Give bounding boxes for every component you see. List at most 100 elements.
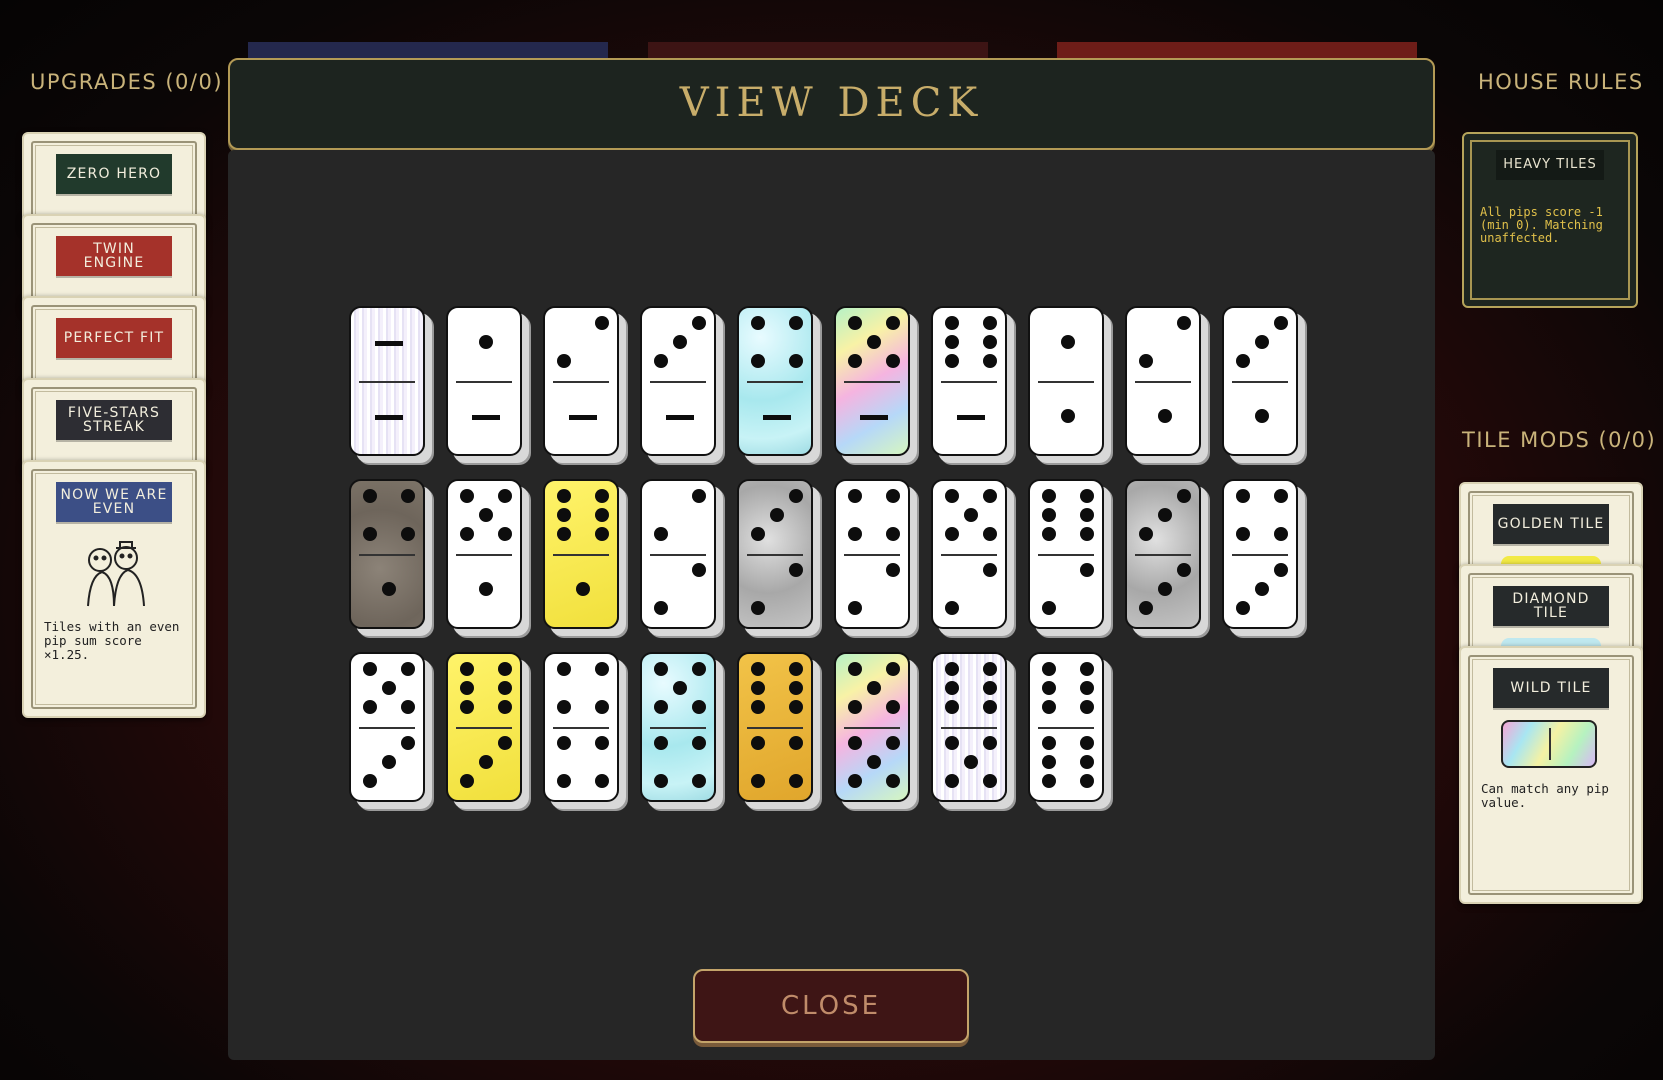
- pip: [945, 335, 959, 349]
- domino-tile-6-1[interactable]: [543, 479, 619, 629]
- upgrade-card-description: Tiles with an even pip sum score ×1.25.: [44, 619, 180, 662]
- domino-tile-2-2[interactable]: [640, 479, 716, 629]
- domino-divider: [844, 554, 900, 556]
- pip: [654, 527, 668, 541]
- domino-tile-4-1[interactable]: [349, 479, 425, 629]
- pip: [983, 563, 997, 577]
- pip: [1080, 700, 1094, 714]
- pip: [1080, 662, 1094, 676]
- deck-tab-red-2[interactable]: [1057, 42, 1417, 58]
- domino-divider: [941, 381, 997, 383]
- pip: [945, 527, 959, 541]
- pip: [751, 316, 765, 330]
- domino-tile-4-0[interactable]: [737, 306, 813, 456]
- domino-divider: [747, 727, 803, 729]
- pip: [692, 736, 706, 750]
- pip: [1236, 527, 1250, 541]
- domino-tile-6-5[interactable]: [931, 652, 1007, 802]
- close-button[interactable]: CLOSE: [693, 969, 969, 1043]
- domino-tile-5-2[interactable]: [931, 479, 1007, 629]
- pip: [983, 736, 997, 750]
- domino-tile-3-3[interactable]: [1125, 479, 1201, 629]
- domino-tile-6-6[interactable]: [1028, 652, 1104, 802]
- domino-tile-5-5[interactable]: [834, 652, 910, 802]
- domino-tile-3-2[interactable]: [737, 479, 813, 629]
- pip: [498, 662, 512, 676]
- pip: [363, 774, 377, 788]
- pip: [401, 489, 415, 503]
- upgrade-card-now-we-are-even[interactable]: NOW WE ARE EVEN Tiles with an even pip su…: [22, 460, 206, 718]
- pip: [460, 681, 474, 695]
- pip: [1158, 582, 1172, 596]
- domino-divider: [844, 727, 900, 729]
- pip: [945, 774, 959, 788]
- domino-divider: [1038, 727, 1094, 729]
- pip: [1042, 736, 1056, 750]
- pip: [983, 681, 997, 695]
- pip: [401, 527, 415, 541]
- upgrade-card-name: FIVE-STARS STREAK: [56, 400, 172, 440]
- pip: [1080, 563, 1094, 577]
- pip: [595, 662, 609, 676]
- pip: [1042, 774, 1056, 788]
- pip: [382, 582, 396, 596]
- pip: [964, 755, 978, 769]
- pip: [886, 736, 900, 750]
- pip: [692, 316, 706, 330]
- pip: [460, 527, 474, 541]
- domino-tile-0-0[interactable]: [349, 306, 425, 456]
- domino-tile-2-1[interactable]: [1125, 306, 1201, 456]
- pip: [1042, 527, 1056, 541]
- domino-divider: [456, 381, 512, 383]
- pip: [1236, 354, 1250, 368]
- domino-divider: [456, 727, 512, 729]
- domino-tile-4-3[interactable]: [1222, 479, 1298, 629]
- domino-tile-5-3[interactable]: [349, 652, 425, 802]
- pip: [460, 700, 474, 714]
- domino-divider: [650, 554, 706, 556]
- pip: [848, 601, 862, 615]
- pip: [595, 700, 609, 714]
- pip: [886, 489, 900, 503]
- pip: [654, 601, 668, 615]
- domino-tile-4-2[interactable]: [834, 479, 910, 629]
- pip: [983, 662, 997, 676]
- pip: [751, 354, 765, 368]
- pip: [576, 582, 590, 596]
- pip: [460, 774, 474, 788]
- blank-mark: [569, 415, 597, 420]
- pip: [479, 508, 493, 522]
- domino-tile-6-0[interactable]: [931, 306, 1007, 456]
- domino-tile-6-3[interactable]: [446, 652, 522, 802]
- domino-tile-4-4[interactable]: [543, 652, 619, 802]
- pip: [498, 736, 512, 750]
- blank-mark: [472, 415, 500, 420]
- deck-tab-blue[interactable]: [248, 42, 608, 58]
- domino-divider: [941, 554, 997, 556]
- pip: [460, 489, 474, 503]
- pip: [1236, 601, 1250, 615]
- house-rule-description: All pips score -1 (min 0). Matching unaf…: [1480, 205, 1603, 245]
- pip: [1274, 489, 1288, 503]
- tile-mod-card-wild-tile[interactable]: WILD TILE Can match any pip value.: [1459, 646, 1643, 904]
- pip: [1255, 335, 1269, 349]
- domino-tile-5-1[interactable]: [446, 479, 522, 629]
- pip: [848, 527, 862, 541]
- domino-tile-6-2[interactable]: [1028, 479, 1104, 629]
- domino-divider: [1038, 381, 1094, 383]
- domino-tile-1-1[interactable]: [1028, 306, 1104, 456]
- domino-tile-3-0[interactable]: [640, 306, 716, 456]
- pip: [1177, 489, 1191, 503]
- pip: [886, 316, 900, 330]
- domino-tile-3-1[interactable]: [1222, 306, 1298, 456]
- tile-mods-title: TILE MODS (0/0): [1462, 428, 1657, 452]
- pip: [1061, 335, 1075, 349]
- pip: [1139, 601, 1153, 615]
- domino-tile-6-4[interactable]: [737, 652, 813, 802]
- domino-tile-2-0[interactable]: [543, 306, 619, 456]
- domino-tile-5-4[interactable]: [640, 652, 716, 802]
- deck-tab-red-1[interactable]: [648, 42, 988, 58]
- domino-tile-5-0[interactable]: [834, 306, 910, 456]
- house-rule-card-heavy-tiles[interactable]: HEAVY TILES All pips score -1 (min 0). M…: [1462, 132, 1638, 308]
- domino-tile-1-0[interactable]: [446, 306, 522, 456]
